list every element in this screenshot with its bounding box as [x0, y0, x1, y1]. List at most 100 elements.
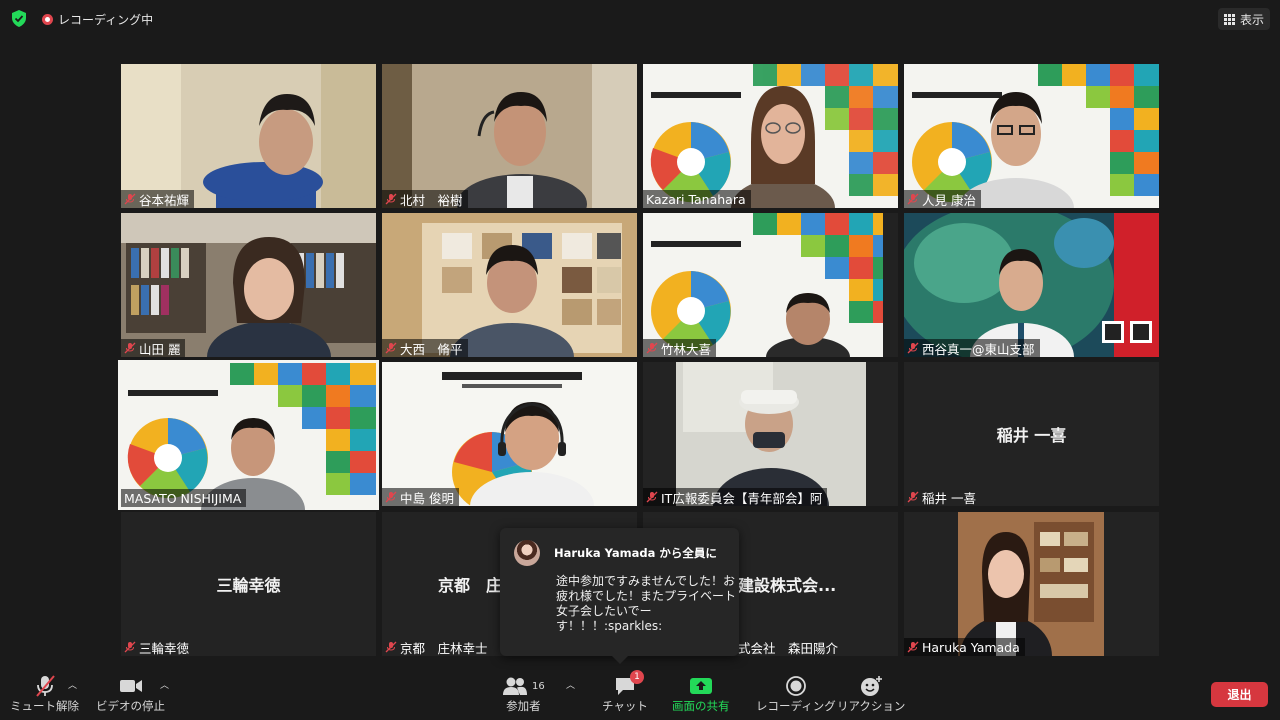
participant-center-name: 稲井 一喜: [996, 426, 1067, 445]
video-tile[interactable]: 竹林大喜: [643, 213, 898, 357]
mic-muted-icon: [646, 491, 658, 503]
participants-button[interactable]: 16 参加者: [502, 674, 545, 714]
video-tile[interactable]: 人見 康治: [904, 64, 1159, 208]
video-tile[interactable]: 山田 麗: [121, 213, 376, 357]
mute-label: ミュート解除: [10, 699, 79, 713]
record-dot-icon: [42, 14, 53, 25]
participant-video: [643, 362, 898, 506]
mic-muted-icon: [124, 342, 136, 354]
participant-name-tag: 北村 裕樹: [382, 190, 468, 208]
video-tile[interactable]: Kazari Tanahara: [643, 64, 898, 208]
participant-name-tag: 山田 麗: [121, 339, 186, 357]
participant-name: 西谷真一@東山支部: [922, 341, 1035, 357]
participant-name-tag: 西谷真一@東山支部: [904, 339, 1040, 357]
participant-video: [643, 213, 898, 357]
top-bar: レコーディング中 表示: [0, 0, 1280, 36]
mic-muted-icon: [385, 641, 397, 653]
mic-muted-icon: [124, 641, 136, 653]
participant-video: [382, 362, 637, 506]
record-icon: [785, 676, 806, 696]
participant-name-tag: 三輪幸徳: [121, 638, 194, 656]
participant-name-tag: IT広報委員会【青年部会】阿: [643, 488, 828, 506]
view-button[interactable]: 表示: [1217, 8, 1270, 30]
participant-name-tag: 谷本祐輝: [121, 190, 195, 208]
chat-label: チャット: [602, 699, 648, 713]
video-tile[interactable]: 西谷真一@東山支部: [904, 213, 1159, 357]
participant-video: [904, 213, 1159, 357]
video-tile-active-speaker[interactable]: MASATO NISHIJIMA: [118, 360, 379, 510]
mic-muted-icon: [907, 491, 919, 503]
participant-name-tag: MASATO NISHIJIMA: [121, 489, 247, 507]
video-tile-no-video[interactable]: 稲井 一喜 稲井 一喜: [904, 362, 1159, 506]
video-tile[interactable]: 中島 俊明: [382, 362, 637, 506]
chat-notification-popup[interactable]: Haruka Yamada から全員に 途中参加ですみませんでした！お疲れ様でし…: [500, 528, 739, 664]
participant-name: IT広報委員会【青年部会】阿: [661, 490, 823, 506]
participant-name: 三輪幸徳: [139, 640, 190, 656]
share-screen-button[interactable]: 画面の共有: [672, 674, 730, 714]
recording-indicator[interactable]: レコーディング中: [42, 11, 153, 28]
grid-view-icon: [1223, 13, 1235, 25]
share-screen-icon: [689, 678, 712, 694]
participant-name: 人見 康治: [922, 192, 976, 208]
chat-sender: Haruka Yamada から全員に: [554, 546, 717, 560]
video-camera-icon: [119, 680, 142, 692]
participant-video: [382, 64, 637, 208]
record-button[interactable]: レコーディング: [756, 674, 836, 714]
participant-name-tag: Haruka Yamada: [904, 638, 1025, 656]
video-options-caret-icon[interactable]: ︿: [160, 678, 170, 691]
participant-name: 稲井 一喜: [922, 490, 976, 506]
security-shield-icon[interactable]: [11, 10, 27, 27]
chat-header: Haruka Yamada から全員に: [514, 540, 725, 566]
participant-name-tag: 人見 康治: [904, 190, 981, 208]
participant-video: [643, 64, 898, 208]
participants-count: 16: [532, 680, 545, 692]
mic-muted-icon: [35, 675, 55, 697]
participant-name: 谷本祐輝: [139, 192, 190, 208]
participants-options-caret-icon[interactable]: ︿: [566, 678, 576, 691]
audio-options-caret-icon[interactable]: ︿: [68, 678, 78, 691]
mic-muted-icon: [385, 342, 397, 354]
view-label: 表示: [1239, 12, 1264, 27]
video-tile[interactable]: 谷本祐輝: [121, 64, 376, 208]
sender-avatar: [514, 540, 540, 566]
mic-muted-icon: [385, 193, 397, 205]
participant-name: 竹林大喜: [661, 341, 712, 357]
participant-name-tag: 式会社 森田陽介: [735, 638, 843, 656]
chat-unread-badge: 1: [629, 670, 644, 684]
participant-video: [121, 213, 376, 357]
participant-name-tag: Kazari Tanahara: [643, 190, 751, 208]
participant-name-tag: 京都 庄林幸士: [382, 638, 493, 656]
reaction-button[interactable]: リアクション: [837, 674, 905, 714]
chat-message: 途中参加ですみませんでした！お疲れ様でした！またプライベート女子会したいでーす！…: [556, 574, 737, 633]
participant-name-tag: 稲井 一喜: [904, 488, 981, 506]
participant-name: 北村 裕樹: [400, 192, 463, 208]
video-tile-no-video[interactable]: 三輪幸徳 三輪幸徳: [121, 512, 376, 656]
participant-video: [121, 64, 376, 208]
leave-button[interactable]: 退出: [1211, 682, 1268, 707]
reaction-label: リアクション: [837, 699, 906, 713]
mic-muted-icon: [124, 193, 136, 205]
participant-name: Kazari Tanahara: [646, 191, 746, 207]
participant-name: 京都 庄林幸士: [400, 640, 488, 656]
chat-button[interactable]: 1 チャット: [602, 670, 648, 714]
video-tile[interactable]: Haruka Yamada: [904, 512, 1159, 656]
mic-muted-icon: [907, 193, 919, 205]
video-tile[interactable]: IT広報委員会【青年部会】阿: [643, 362, 898, 506]
participants-icon: [503, 677, 527, 695]
video-tile[interactable]: 大西 脩平: [382, 213, 637, 357]
participant-name: 中島 俊明: [400, 490, 454, 506]
participant-center-name: 三輪幸徳: [216, 576, 281, 595]
mic-muted-icon: [385, 491, 397, 503]
mic-muted-icon: [907, 641, 919, 653]
participant-name: Haruka Yamada: [922, 639, 1020, 655]
video-tile[interactable]: 北村 裕樹: [382, 64, 637, 208]
video-button[interactable]: ビデオの停止: [96, 674, 165, 714]
participant-video: [118, 360, 379, 510]
participant-name-tag: 中島 俊明: [382, 488, 459, 506]
mic-muted-icon: [907, 342, 919, 354]
participant-name: MASATO NISHIJIMA: [124, 490, 242, 506]
mic-muted-icon: [646, 342, 658, 354]
participant-name-tag: 大西 脩平: [382, 339, 468, 357]
meeting-toolbar: ミュート解除 ︿ ビデオの停止 ︿ 16 参加者 ︿ 1 チャット 画面の共有 …: [0, 668, 1280, 720]
smiley-icon: [861, 676, 883, 696]
